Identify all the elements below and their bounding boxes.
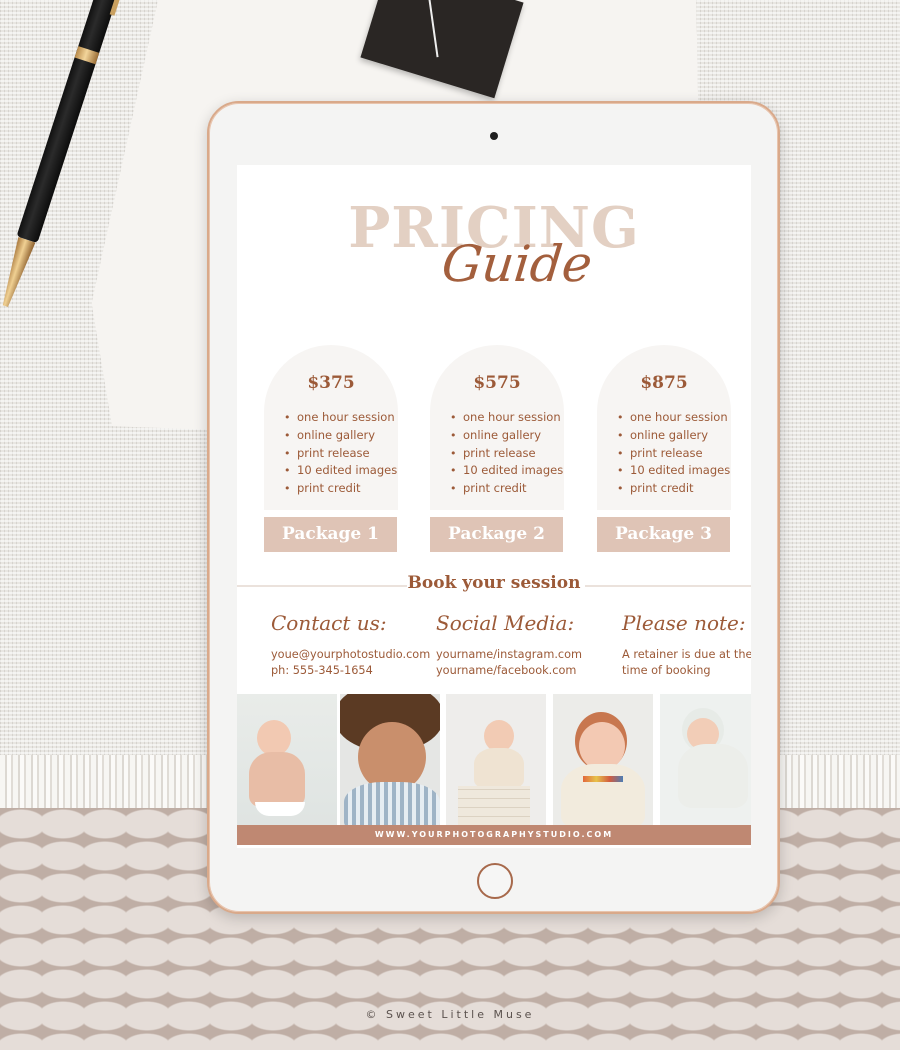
instagram-link[interactable]: yourname/instagram.com bbox=[436, 647, 606, 663]
note-section: Please note: A retainer is due at the ti… bbox=[622, 605, 751, 679]
gallery-photo-baby-box bbox=[446, 694, 546, 825]
package-features: one hour session online gallery print re… bbox=[617, 409, 730, 498]
contact-section: Contact us: youe@yourphotostudio.com ph:… bbox=[271, 605, 441, 679]
package-3-button[interactable]: Package 3 bbox=[597, 517, 730, 552]
gallery-photo-baby-bowl bbox=[237, 694, 337, 825]
package-features: one hour session online gallery print re… bbox=[450, 409, 563, 498]
pricing-guide-screen: PRICING Guide $375 one hour session onli… bbox=[237, 165, 751, 848]
feature-item: 10 edited images bbox=[450, 462, 563, 480]
package-1-button[interactable]: Package 1 bbox=[264, 517, 397, 552]
feature-item: online gallery bbox=[450, 427, 563, 445]
feature-item: print credit bbox=[450, 480, 563, 498]
home-button[interactable] bbox=[477, 863, 513, 899]
package-price: $375 bbox=[307, 373, 355, 393]
feature-item: print release bbox=[617, 445, 730, 463]
gallery-photo-newborn bbox=[660, 694, 751, 825]
book-session-header: Book your session bbox=[237, 573, 751, 597]
feature-item: print release bbox=[450, 445, 563, 463]
photo-gallery bbox=[237, 694, 751, 825]
divider-right bbox=[585, 585, 751, 587]
contact-email[interactable]: youe@yourphotostudio.com bbox=[271, 647, 441, 663]
gallery-photo-toddler bbox=[340, 694, 440, 825]
feature-item: 10 edited images bbox=[284, 462, 397, 480]
note-text-line1: A retainer is due at the bbox=[622, 648, 751, 661]
package-price: $575 bbox=[473, 373, 521, 393]
contact-heading: Contact us: bbox=[271, 611, 387, 635]
feature-item: print credit bbox=[284, 480, 397, 498]
feature-item: print release bbox=[284, 445, 397, 463]
botanical-sprig-icon bbox=[428, 0, 439, 58]
package-card: $575 one hour session online gallery pri… bbox=[430, 345, 564, 555]
feature-item: print credit bbox=[617, 480, 730, 498]
website-footer-link[interactable]: WWW.YOURPHOTOGRAPHYSTUDIO.COM bbox=[237, 825, 751, 845]
package-features: one hour session online gallery print re… bbox=[284, 409, 397, 498]
title-guide-script: Guide bbox=[439, 235, 595, 293]
feature-item: one hour session bbox=[284, 409, 397, 427]
feature-item: one hour session bbox=[617, 409, 730, 427]
social-heading: Social Media: bbox=[436, 611, 575, 635]
social-section: Social Media: yourname/instagram.com you… bbox=[436, 605, 606, 679]
feature-item: online gallery bbox=[617, 427, 730, 445]
book-session-title: Book your session bbox=[407, 573, 581, 593]
gallery-photo-baby-headband bbox=[553, 694, 653, 825]
facebook-link[interactable]: yourname/facebook.com bbox=[436, 663, 606, 679]
note-text-line2: time of booking bbox=[622, 664, 711, 677]
package-card: $375 one hour session online gallery pri… bbox=[264, 345, 398, 555]
package-2-button[interactable]: Package 2 bbox=[430, 517, 563, 552]
tablet: PRICING Guide $375 one hour session onli… bbox=[207, 101, 780, 914]
feature-item: online gallery bbox=[284, 427, 397, 445]
camera-icon bbox=[490, 132, 498, 140]
package-price: $875 bbox=[640, 373, 688, 393]
watermark-copyright: © Sweet Little Muse bbox=[365, 1008, 535, 1021]
package-card: $875 one hour session online gallery pri… bbox=[597, 345, 731, 555]
feature-item: 10 edited images bbox=[617, 462, 730, 480]
contact-phone[interactable]: ph: 555-345-1654 bbox=[271, 663, 441, 679]
feature-item: one hour session bbox=[450, 409, 563, 427]
packages: $375 one hour session online gallery pri… bbox=[264, 345, 731, 555]
note-heading: Please note: bbox=[622, 611, 746, 635]
